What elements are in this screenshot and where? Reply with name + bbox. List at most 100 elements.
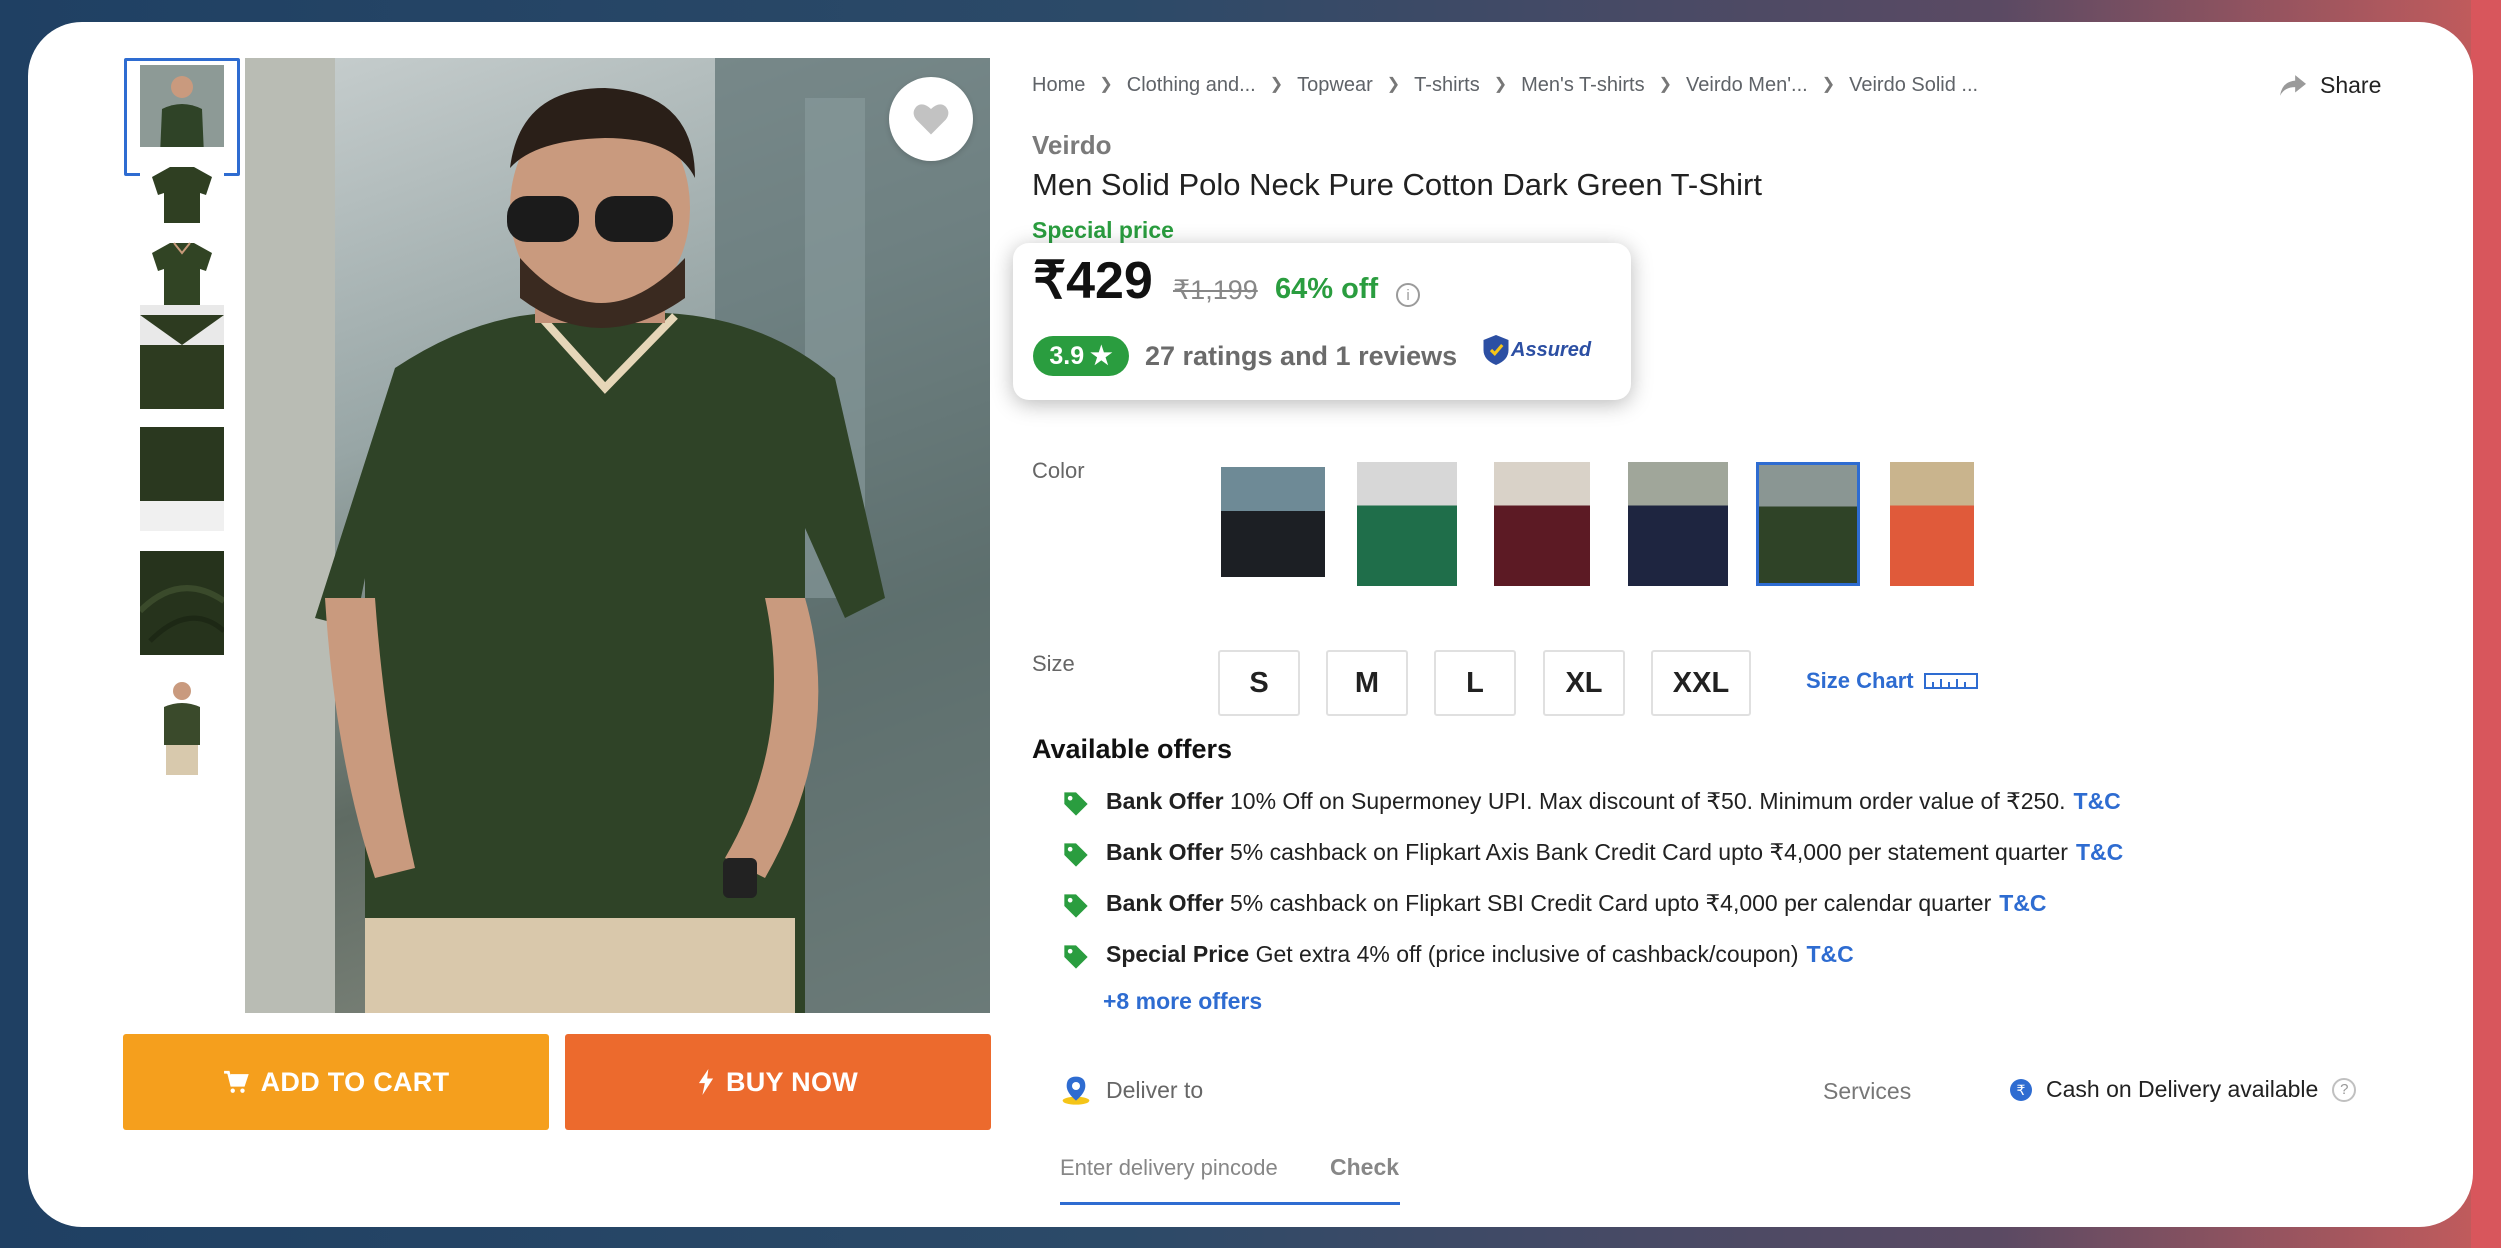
info-icon[interactable]: i bbox=[1396, 283, 1420, 307]
breadcrumb: Home ❯ Clothing and... ❯ Topwear ❯ T-shirts… bbox=[1032, 74, 1978, 97]
swatch-image bbox=[1221, 467, 1325, 577]
breadcrumb-item[interactable]: Clothing and... bbox=[1127, 74, 1256, 97]
pincode-field: Check bbox=[1060, 1152, 1400, 1205]
chevron-right-icon: ❯ bbox=[1493, 76, 1508, 93]
breadcrumb-item[interactable]: Veirdo Men'... bbox=[1686, 74, 1808, 97]
discount-label: 64% off bbox=[1275, 273, 1379, 305]
deliver-to-label: Deliver to bbox=[1106, 1076, 1204, 1103]
rating-badge: 3.9 ★ bbox=[1033, 336, 1129, 376]
assured-badge: Assured bbox=[1483, 335, 1591, 365]
chevron-right-icon: ❯ bbox=[1269, 76, 1284, 93]
offer-type: Bank Offer bbox=[1106, 788, 1224, 814]
offer-item: Bank Offer 5% cashback on Flipkart Axis … bbox=[1062, 839, 2123, 867]
help-icon[interactable]: ? bbox=[2332, 1077, 2357, 1102]
thumbnail-image bbox=[140, 305, 224, 409]
terms-link[interactable]: T&C bbox=[1999, 890, 2046, 916]
swatch-image bbox=[1759, 465, 1857, 583]
color-swatch-maroon[interactable] bbox=[1494, 462, 1590, 586]
model-photo bbox=[245, 58, 990, 1013]
ruler-icon bbox=[1923, 673, 1978, 689]
offer-type: Special Price bbox=[1106, 941, 1250, 967]
chevron-right-icon: ❯ bbox=[1386, 76, 1401, 93]
product-main-image bbox=[245, 58, 990, 1013]
color-swatch-orange[interactable] bbox=[1890, 462, 1974, 586]
offer-item: Bank Offer 10% Off on Supermoney UPI. Ma… bbox=[1062, 788, 2121, 816]
breadcrumb-item[interactable]: Veirdo Solid ... bbox=[1849, 74, 1978, 97]
brand-name: Veirdo bbox=[1032, 130, 1112, 160]
special-price-label: Special price bbox=[1032, 217, 1174, 243]
swatch-image bbox=[1494, 462, 1590, 586]
size-label: Size bbox=[1032, 651, 1075, 676]
thumbnail-4[interactable] bbox=[124, 298, 240, 416]
breadcrumb-item[interactable]: Men's T-shirts bbox=[1521, 74, 1644, 97]
thumbnail-image bbox=[140, 551, 224, 655]
breadcrumb-item[interactable]: Topwear bbox=[1297, 74, 1373, 97]
lightning-icon bbox=[698, 1069, 714, 1095]
size-s-button[interactable]: S bbox=[1218, 650, 1300, 716]
svg-text:₹: ₹ bbox=[2017, 1083, 2026, 1099]
size-l-button[interactable]: L bbox=[1434, 650, 1516, 716]
size-m-button[interactable]: M bbox=[1326, 650, 1408, 716]
shield-icon bbox=[1483, 335, 1509, 365]
chevron-right-icon: ❯ bbox=[1821, 76, 1836, 93]
product-page: ADD TO CART BUY NOW Home ❯ Clothing and..… bbox=[28, 22, 2473, 1227]
terms-link[interactable]: T&C bbox=[2074, 788, 2121, 814]
terms-link[interactable]: T&C bbox=[2076, 839, 2123, 865]
thumbnail-image bbox=[140, 427, 224, 531]
chevron-right-icon: ❯ bbox=[1099, 76, 1113, 93]
offer-tag-icon bbox=[1064, 792, 1088, 816]
offer-tag-icon bbox=[1064, 843, 1088, 867]
color-swatch-black[interactable] bbox=[1221, 467, 1325, 577]
buy-now-button[interactable]: BUY NOW bbox=[565, 1034, 991, 1130]
background-strip bbox=[2471, 0, 2501, 1248]
pincode-input[interactable] bbox=[1060, 1152, 1320, 1184]
offer-tag-icon bbox=[1064, 894, 1088, 918]
available-offers-title: Available offers bbox=[1032, 734, 1233, 764]
swatch-image bbox=[1890, 462, 1974, 586]
thumbnail-6[interactable] bbox=[124, 544, 240, 662]
offer-item: Special Price Get extra 4% off (price in… bbox=[1062, 941, 1854, 969]
more-offers-link[interactable]: +8 more offers bbox=[1103, 988, 1262, 1015]
star-icon: ★ bbox=[1090, 342, 1113, 370]
add-to-cart-label: ADD TO CART bbox=[260, 1066, 450, 1097]
offer-text: 5% cashback on Flipkart Axis Bank Credit… bbox=[1229, 839, 2068, 865]
check-pincode-button[interactable]: Check bbox=[1330, 1154, 1399, 1181]
color-swatch-navy[interactable] bbox=[1628, 462, 1728, 586]
buy-now-label: BUY NOW bbox=[725, 1066, 859, 1097]
offer-text: Get extra 4% off (price inclusive of cas… bbox=[1255, 941, 1799, 967]
size-xxl-button[interactable]: XXL bbox=[1651, 650, 1751, 716]
product-title: Men Solid Polo Neck Pure Cotton Dark Gre… bbox=[1032, 167, 1762, 202]
heart-icon bbox=[913, 104, 949, 135]
add-to-cart-button[interactable]: ADD TO CART bbox=[123, 1034, 549, 1130]
size-chart-label: Size Chart bbox=[1806, 668, 1914, 693]
share-button[interactable]: Share bbox=[2280, 72, 2381, 99]
offer-text: 5% cashback on Flipkart SBI Credit Card … bbox=[1229, 890, 1992, 916]
cod-label: Cash on Delivery available bbox=[2046, 1076, 2319, 1102]
deliver-to: Deliver to bbox=[1060, 1074, 1203, 1106]
assured-label: Assured bbox=[1511, 338, 1592, 361]
share-label: Share bbox=[2320, 72, 2382, 98]
chevron-right-icon: ❯ bbox=[1658, 76, 1673, 93]
ratings-count[interactable]: 27 ratings and 1 reviews bbox=[1145, 341, 1457, 372]
cart-icon bbox=[223, 1070, 249, 1093]
price-box: ₹429 ₹1,199 64% off i 3.9 ★ 27 ratings a… bbox=[1013, 243, 1631, 400]
offer-item: Bank Offer 5% cashback on Flipkart SBI C… bbox=[1062, 890, 2047, 918]
color-label: Color bbox=[1032, 458, 1085, 483]
services-label: Services bbox=[1823, 1078, 1912, 1104]
breadcrumb-item[interactable]: T-shirts bbox=[1414, 74, 1480, 97]
size-chart-link[interactable]: Size Chart bbox=[1806, 668, 1978, 694]
color-swatch-dark-green[interactable] bbox=[1756, 462, 1860, 586]
rupee-icon: ₹ bbox=[2010, 1078, 2032, 1101]
offer-text: 10% Off on Supermoney UPI. Max discount … bbox=[1229, 788, 2066, 814]
terms-link[interactable]: T&C bbox=[1807, 941, 1854, 967]
breadcrumb-item[interactable]: Home bbox=[1032, 74, 1085, 97]
wishlist-button[interactable] bbox=[889, 77, 973, 161]
color-swatch-green[interactable] bbox=[1357, 462, 1457, 586]
thumbnail-5[interactable] bbox=[124, 420, 240, 538]
thumbnail-image bbox=[140, 675, 224, 779]
size-xl-button[interactable]: XL bbox=[1543, 650, 1625, 716]
thumbnail-7[interactable] bbox=[124, 668, 240, 786]
offer-type: Bank Offer bbox=[1106, 890, 1224, 916]
share-icon bbox=[2280, 74, 2306, 96]
swatch-image bbox=[1357, 462, 1457, 586]
